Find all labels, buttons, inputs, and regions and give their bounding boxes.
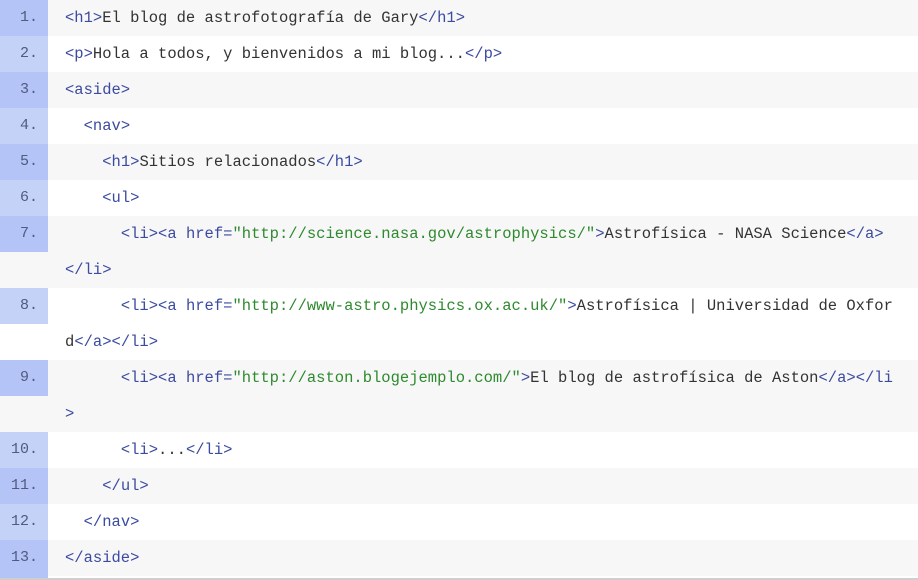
- code-token-tag: <li>: [120, 441, 159, 459]
- code-line: 7. <li><a href="http://science.nasa.gov/…: [0, 216, 918, 288]
- code-line: 3. <aside>: [0, 72, 918, 108]
- code-text: </nav>: [48, 504, 901, 540]
- code-token-str: "http://www-astro.physics.ox.ac.uk/": [232, 297, 568, 315]
- code-text: <aside>: [48, 72, 901, 108]
- code-token-tag: <aside>: [65, 81, 131, 99]
- line-number: 2.: [0, 36, 48, 72]
- line-number: 6.: [0, 180, 48, 216]
- code-token-str: "http://aston.blogejemplo.com/": [232, 369, 521, 387]
- code-text: <h1>Sitios relacionados</h1>: [48, 144, 901, 180]
- line-number: 9.: [0, 360, 48, 396]
- code-token-tag: </h1>: [418, 9, 465, 27]
- code-line: 6. <ul>: [0, 180, 918, 216]
- line-number: 11.: [0, 468, 48, 504]
- code-token-tag: >: [595, 225, 605, 243]
- code-line: 2. <p>Hola a todos, y bienvenidos a mi bl…: [0, 36, 918, 72]
- code-token-tag: </aside>: [65, 549, 140, 567]
- code-token-tag: <li><a: [120, 369, 186, 387]
- code-token-tag: </h1>: [316, 153, 363, 171]
- code-token-attr: href: [185, 225, 224, 243]
- code-text: </aside>: [48, 540, 901, 576]
- code-text: <nav>: [48, 108, 901, 144]
- code-line: 10. <li>...</li>: [0, 432, 918, 468]
- code-token-txt: ...: [158, 441, 186, 459]
- code-token-txt: Astrofísica - NASA Science: [604, 225, 847, 243]
- code-listing: 1. <h1>El blog de astrofotografía de Gary…: [0, 0, 918, 580]
- code-token-tag: <nav>: [83, 117, 131, 135]
- code-token-attr: href: [185, 297, 224, 315]
- code-text: <li><a href="http://science.nasa.gov/ast…: [48, 216, 901, 288]
- code-line: 1. <h1>El blog de astrofotografía de Gary…: [0, 0, 918, 36]
- code-line: 9. <li><a href="http://aston.blogejemplo…: [0, 360, 918, 432]
- code-token-tag: </li>: [185, 441, 233, 459]
- code-token-tag: <h1>: [65, 9, 103, 27]
- code-token-tag: >: [567, 297, 577, 315]
- code-line: 13. </aside>: [0, 540, 918, 576]
- line-number: 5.: [0, 144, 48, 180]
- code-token-txt: Hola a todos, y bienvenidos a mi blog...: [92, 45, 465, 63]
- code-line: 5. <h1>Sitios relacionados</h1>: [0, 144, 918, 180]
- code-token-txt: El blog de astrofísica de Aston: [530, 369, 819, 387]
- code-token-tag: <h1>: [102, 153, 140, 171]
- line-number: 13.: [0, 540, 48, 576]
- line-number: 7.: [0, 216, 48, 252]
- code-token-tag: >: [520, 369, 531, 387]
- code-text: <li>...</li>: [48, 432, 901, 468]
- code-text: <h1>El blog de astrofotografía de Gary</…: [48, 0, 901, 36]
- line-number: 1.: [0, 0, 48, 36]
- code-line: 11. </ul>: [0, 468, 918, 504]
- code-token-txt: Sitios relacionados: [139, 153, 317, 171]
- code-token-tag: <ul>: [102, 189, 140, 207]
- code-token-attr: href: [185, 369, 224, 387]
- code-text: <li><a href="http://www-astro.physics.ox…: [48, 288, 901, 360]
- code-token-tag: <li><a: [120, 297, 186, 315]
- code-line: 8. <li><a href="http://www-astro.physics…: [0, 288, 918, 360]
- code-line: 12. </nav>: [0, 504, 918, 540]
- code-lines: 1. <h1>El blog de astrofotografía de Gary…: [0, 0, 918, 576]
- code-token-tag: </a></li>: [74, 333, 159, 351]
- code-token-txt: El blog de astrofotografía de Gary: [102, 9, 419, 27]
- code-token-tag: </nav>: [83, 513, 140, 531]
- code-token-tag: <p>: [65, 45, 93, 63]
- code-text: <li><a href="http://aston.blogejemplo.co…: [48, 360, 901, 432]
- code-text: <ul>: [48, 180, 901, 216]
- code-line: 4. <nav>: [0, 108, 918, 144]
- line-number: 10.: [0, 432, 48, 468]
- line-number: 12.: [0, 504, 48, 540]
- code-token-tag: </ul>: [102, 477, 149, 495]
- code-text: </ul>: [48, 468, 901, 504]
- line-number: 4.: [0, 108, 48, 144]
- code-text: <p>Hola a todos, y bienvenidos a mi blog…: [48, 36, 901, 72]
- line-number: 3.: [0, 72, 48, 108]
- code-token-tag: <li><a: [120, 225, 186, 243]
- code-token-str: "http://science.nasa.gov/astrophysics/": [232, 225, 596, 243]
- line-number: 8.: [0, 288, 48, 324]
- code-token-tag: </p>: [464, 45, 503, 63]
